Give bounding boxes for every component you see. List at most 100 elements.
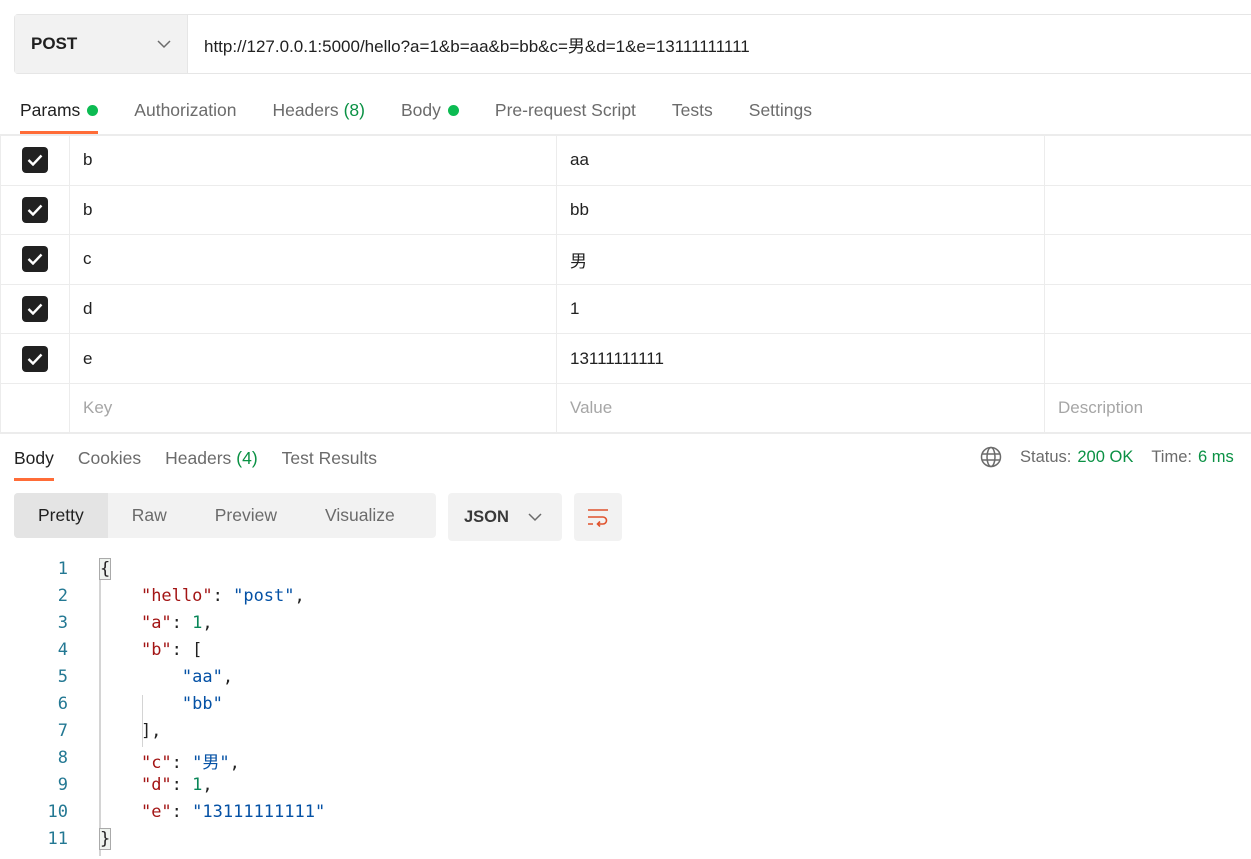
- checkmark-icon: [27, 353, 43, 365]
- code-token: "b": [140, 640, 172, 660]
- code-token: "aa": [181, 667, 223, 687]
- param-value[interactable]: bb: [556, 184, 1045, 236]
- line-number: 5: [57, 667, 68, 687]
- code-token: :: [212, 586, 234, 606]
- code-line: }: [98, 828, 112, 850]
- param-row: d1: [0, 283, 1251, 335]
- code-token: ],: [100, 721, 162, 741]
- globe-icon[interactable]: [980, 446, 1002, 468]
- code-token: 1: [192, 613, 203, 633]
- param-value-placeholder[interactable]: Value: [556, 382, 1045, 434]
- code-token: ,: [222, 667, 234, 687]
- view-visualize[interactable]: Visualize: [301, 493, 419, 538]
- code-token: ,: [229, 753, 240, 773]
- param-value[interactable]: 1: [556, 283, 1045, 335]
- param-key[interactable]: b: [69, 184, 557, 236]
- param-row: b bb: [0, 184, 1251, 236]
- code-line: "bb": [100, 694, 223, 714]
- param-key[interactable]: e: [69, 333, 557, 384]
- code-line: "e": "13111111111": [100, 802, 325, 822]
- checkmark-icon: [27, 254, 43, 266]
- param-checkbox[interactable]: [22, 246, 48, 273]
- code-token: "hello": [140, 586, 213, 606]
- code-token: ,: [202, 775, 213, 795]
- response-tabs: Body Cookies Headers (4) Test Results: [14, 436, 377, 481]
- tab-label: Authorization: [134, 100, 237, 120]
- tab-cookies[interactable]: Cookies: [78, 436, 141, 481]
- tab-label: Settings: [748, 100, 813, 120]
- param-key[interactable]: d: [69, 283, 557, 335]
- tab-count: (8): [343, 100, 365, 120]
- url-input[interactable]: http://127.0.0.1:5000/hello?a=1&b=aa&b=b…: [188, 15, 750, 73]
- param-value[interactable]: 男: [556, 234, 1045, 285]
- param-row: e 13111111111: [0, 333, 1251, 384]
- code-token: ,: [202, 613, 213, 633]
- code-token: "bb": [181, 694, 223, 714]
- tab-label: Tests: [671, 100, 713, 120]
- line-number: 3: [57, 613, 68, 633]
- method-select[interactable]: POST: [15, 15, 188, 73]
- param-description[interactable]: [1044, 184, 1251, 236]
- tab-body[interactable]: Body: [14, 436, 54, 481]
- param-checkbox[interactable]: [22, 196, 48, 223]
- params-table: b aa b bb c 男 d 1 e 13111111111 Key Value Descriptio…: [0, 135, 1251, 434]
- tab-headers[interactable]: Headers (8): [272, 87, 365, 134]
- param-description[interactable]: [1044, 234, 1251, 285]
- status-label: Status:: [1020, 447, 1072, 466]
- checkmark-icon: [27, 303, 43, 316]
- tab-count: (4): [236, 448, 258, 468]
- code-token: 1: [192, 775, 203, 795]
- param-value[interactable]: aa: [556, 135, 1045, 186]
- code-token: "post": [233, 586, 295, 606]
- response-status-bar: Status: 200 OK Time: 6 ms: [980, 446, 1234, 468]
- param-checkbox[interactable]: [22, 345, 48, 372]
- param-checkbox[interactable]: [22, 296, 48, 323]
- view-preview[interactable]: Preview: [191, 493, 301, 538]
- format-select[interactable]: JSON: [448, 493, 562, 541]
- code-token: :: [171, 775, 193, 795]
- time-value[interactable]: 6 ms: [1198, 448, 1234, 467]
- request-url-bar: POST http://127.0.0.1:5000/hello?a=1&b=a…: [14, 14, 1251, 74]
- code-token: :: [171, 753, 193, 773]
- param-key-placeholder[interactable]: Key: [69, 382, 557, 434]
- param-checkbox[interactable]: [22, 147, 48, 174]
- param-description[interactable]: [1044, 283, 1251, 335]
- status-value[interactable]: 200 OK: [1077, 448, 1133, 467]
- request-tabs: Params Authorization Headers (8) Body Pre-req…: [20, 87, 812, 134]
- param-key[interactable]: c: [69, 234, 557, 285]
- code-token: "男": [192, 753, 230, 773]
- tab-label: Body: [14, 448, 54, 468]
- param-key[interactable]: b: [69, 135, 557, 186]
- status-dot: [447, 105, 459, 116]
- param-description-placeholder[interactable]: Description: [1044, 382, 1251, 434]
- code-token: ,: [294, 586, 305, 606]
- code-line: "hello": "post",: [100, 586, 305, 606]
- code-line: "aa",: [100, 667, 233, 687]
- tab-body[interactable]: Body: [401, 87, 459, 134]
- code-token: {: [98, 558, 112, 580]
- code-line: "a": 1,: [100, 613, 213, 633]
- code-token: "c": [140, 753, 172, 773]
- wrap-lines-button[interactable]: [574, 493, 622, 541]
- param-value[interactable]: 13111111111: [556, 333, 1045, 384]
- tab-test-results[interactable]: Test Results: [282, 436, 377, 481]
- tab-tests[interactable]: Tests: [672, 87, 713, 134]
- tab-params[interactable]: Params: [20, 87, 99, 134]
- code-token: :: [171, 802, 193, 822]
- code-token: }: [98, 828, 112, 850]
- param-description[interactable]: [1044, 333, 1251, 384]
- tab-headers[interactable]: Headers (4): [165, 436, 258, 481]
- chevron-down-icon: [157, 39, 171, 48]
- tab-authorization[interactable]: Authorization: [134, 87, 236, 134]
- tab-settings[interactable]: Settings: [749, 87, 812, 134]
- param-description[interactable]: [1044, 135, 1251, 186]
- response-body-code[interactable]: 1 {2 "hello": "post", 3 "a": 1, 4 "b": [5 "…: [0, 557, 1251, 859]
- tab-pre-request-script[interactable]: Pre-request Script: [495, 87, 636, 134]
- view-raw[interactable]: Raw: [108, 493, 191, 538]
- view-pretty[interactable]: Pretty: [14, 493, 108, 538]
